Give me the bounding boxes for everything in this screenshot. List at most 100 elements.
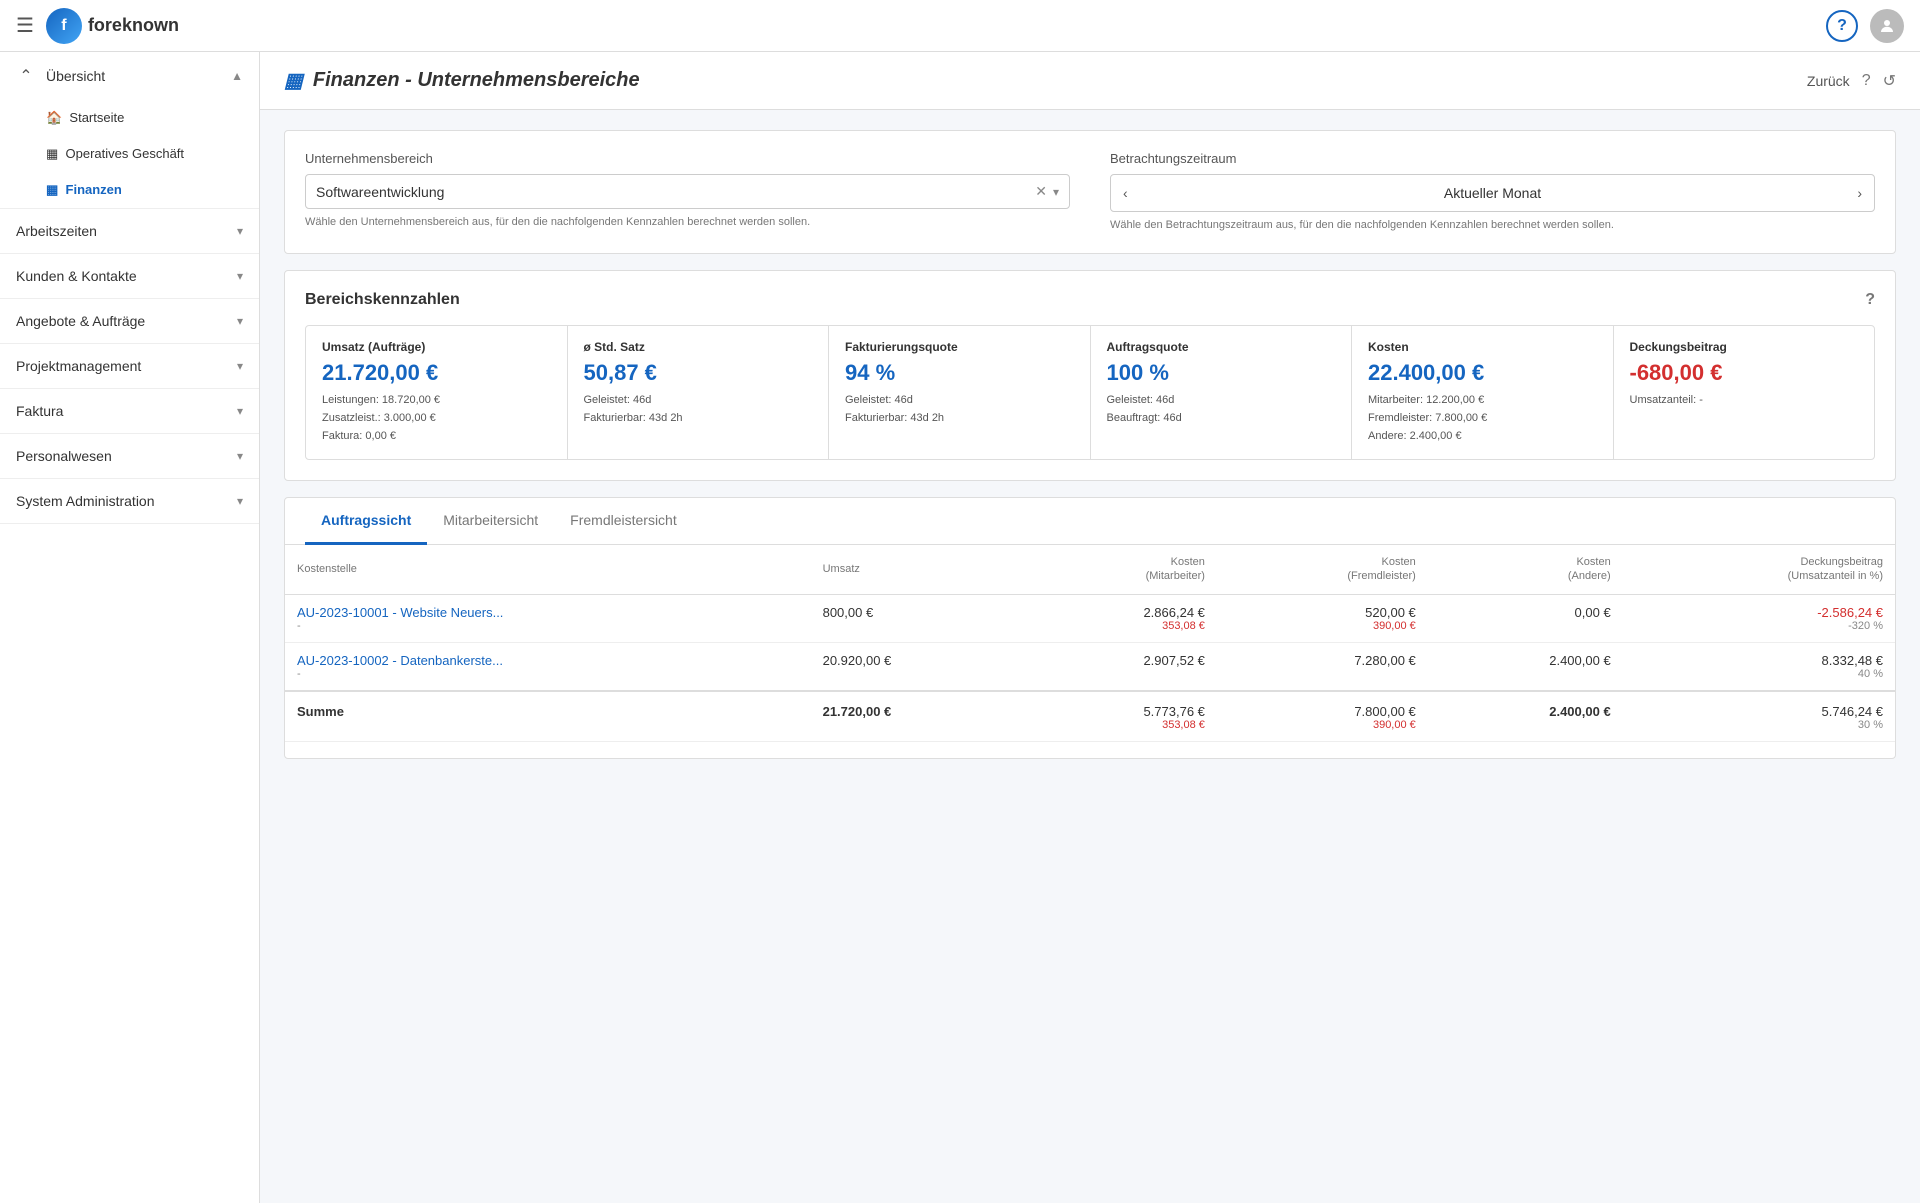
period-prev-button[interactable]: ‹ (1111, 175, 1140, 211)
link-au-2[interactable]: AU-2023-10002 - Datenbankerste... (297, 653, 503, 668)
metric-detail-auftragsquote: Geleistet: 46d Beauftragt: 46d (1107, 392, 1336, 427)
cell-kostenstelle-1: AU-2023-10001 - Website Neuers... - (285, 594, 811, 642)
cell-summe-deckung: 5.746,24 € 30 % (1623, 691, 1895, 742)
period-next-button[interactable]: › (1845, 175, 1874, 211)
metric-value-stdsatz: 50,87 € (584, 360, 813, 386)
header-refresh-button[interactable]: ↺ (1883, 71, 1896, 91)
metrics-panel: Bereichskennzahlen ? Umsatz (Aufträge) 2… (284, 270, 1896, 481)
main-layout: ⌃ Übersicht ▲ 🏠 Startseite ▦ Operatives … (0, 52, 1920, 1203)
filter-row: Unternehmensbereich Softwareentwicklung … (305, 151, 1875, 233)
zeitraum-hint: Wähle den Betrachtungszeitraum aus, für … (1110, 218, 1875, 233)
sidebar-item-sysadmin[interactable]: System Administration ▾ (0, 479, 259, 523)
header-help-button[interactable]: ? (1862, 72, 1871, 90)
cell-kosten-ma-2: 2.907,52 € (1022, 642, 1217, 691)
metric-card-kosten: Kosten 22.400,00 € Mitarbeiter: 12.200,0… (1352, 326, 1614, 459)
sidebar-item-arbeitszeiten[interactable]: Arbeitszeiten ▾ (0, 209, 259, 253)
page-title-icon: ▦ (284, 68, 303, 93)
cell-kostenstelle-2: AU-2023-10002 - Datenbankerste... - (285, 642, 811, 691)
link-au-1[interactable]: AU-2023-10001 - Website Neuers... (297, 605, 503, 620)
projekt-chevron: ▾ (237, 359, 243, 373)
ubersicht-chevron: ▲ (231, 69, 243, 83)
metric-card-deckung: Deckungsbeitrag -680,00 € Umsatzanteil: … (1614, 326, 1875, 459)
period-selector: ‹ Aktueller Monat › (1110, 174, 1875, 212)
inner-content: Unternehmensbereich Softwareentwicklung … (260, 110, 1920, 779)
personal-chevron: ▾ (237, 449, 243, 463)
main-content: ▦ Finanzen - Unternehmensbereiche Zurück… (260, 52, 1920, 1203)
cell-kosten-an-2: 2.400,00 € (1428, 642, 1623, 691)
cell-summe-kosten-an: 2.400,00 € (1428, 691, 1623, 742)
back-button[interactable]: Zurück (1807, 73, 1850, 89)
col-header-kosten-an: Kosten(Andere) (1428, 545, 1623, 594)
sidebar-label-personal: Personalwesen (16, 448, 112, 464)
bereich-clear-button[interactable]: ✕ (1035, 183, 1047, 200)
metric-title-fakturierung: Fakturierungsquote (845, 340, 1074, 354)
sidebar-section-sysadmin: System Administration ▾ (0, 479, 259, 524)
metric-title-stdsatz: ø Std. Satz (584, 340, 813, 354)
sidebar-section-personal: Personalwesen ▾ (0, 434, 259, 479)
sidebar-section-faktura: Faktura ▾ (0, 389, 259, 434)
metric-value-umsatz: 21.720,00 € (322, 360, 551, 386)
metrics-title: Bereichskennzahlen (305, 291, 460, 309)
tab-mitarbeitersicht[interactable]: Mitarbeitersicht (427, 498, 554, 545)
filter-col-zeitraum: Betrachtungszeitraum ‹ Aktueller Monat ›… (1110, 151, 1875, 233)
metric-title-auftragsquote: Auftragsquote (1107, 340, 1336, 354)
cell-summe-kosten-fl: 7.800,00 € 390,00 € (1217, 691, 1428, 742)
finanzen-icon: ▦ (46, 182, 58, 197)
filter-label-zeitraum: Betrachtungszeitraum (1110, 151, 1875, 166)
arbeitszeiten-chevron: ▾ (237, 224, 243, 238)
metric-detail-stdsatz: Geleistet: 46d Fakturierbar: 43d 2h (584, 392, 813, 427)
page-title: ▦ Finanzen - Unternehmensbereiche (284, 68, 640, 93)
cell-umsatz-1: 800,00 € (811, 594, 1022, 642)
brand-icon: f (46, 8, 82, 44)
sidebar-item-angebote[interactable]: Angebote & Aufträge ▾ (0, 299, 259, 343)
avatar[interactable] (1870, 9, 1904, 43)
cell-umsatz-2: 20.920,00 € (811, 642, 1022, 691)
sidebar-label-faktura: Faktura (16, 403, 63, 419)
period-value: Aktueller Monat (1140, 175, 1846, 211)
sidebar-item-operatives[interactable]: ▦ Operatives Geschäft (0, 136, 259, 172)
cell-deckung-2: 8.332,48 € 40 % (1623, 642, 1895, 691)
col-header-umsatz: Umsatz (811, 545, 1022, 594)
sidebar-item-personal[interactable]: Personalwesen ▾ (0, 434, 259, 478)
bereich-dropdown-arrow[interactable]: ▾ (1053, 185, 1059, 199)
metric-value-fakturierung: 94 % (845, 360, 1074, 386)
tabs-panel: Auftragssicht Mitarbeitersicht Fremdleis… (284, 497, 1896, 759)
metric-value-auftragsquote: 100 % (1107, 360, 1336, 386)
tab-fremdleistersicht[interactable]: Fremdleistersicht (554, 498, 693, 545)
cell-kosten-ma-1: 2.866,24 € 353,08 € (1022, 594, 1217, 642)
sidebar-label-ubersicht: Übersicht (46, 68, 105, 84)
metric-detail-fakturierung: Geleistet: 46d Fakturierbar: 43d 2h (845, 392, 1074, 427)
sidebar-item-startseite[interactable]: 🏠 Startseite (0, 100, 259, 136)
sidebar-label-angebote: Angebote & Aufträge (16, 313, 145, 329)
hamburger-button[interactable]: ☰ (16, 13, 34, 38)
sidebar-section-angebote: Angebote & Aufträge ▾ (0, 299, 259, 344)
header-left: ☰ f foreknown (16, 8, 179, 44)
metric-title-kosten: Kosten (1368, 340, 1597, 354)
cell-kosten-fl-2: 7.280,00 € (1217, 642, 1428, 691)
sidebar-label-sysadmin: System Administration (16, 493, 155, 509)
header-right: ? (1826, 9, 1904, 43)
sidebar-item-kunden[interactable]: Kunden & Kontakte ▾ (0, 254, 259, 298)
metric-detail-deckung: Umsatzanteil: - (1630, 392, 1859, 410)
sidebar-item-projekt[interactable]: Projektmanagement ▾ (0, 344, 259, 388)
sidebar-item-faktura[interactable]: Faktura ▾ (0, 389, 259, 433)
filter-col-bereich: Unternehmensbereich Softwareentwicklung … (305, 151, 1070, 233)
metrics-help-button[interactable]: ? (1865, 291, 1875, 309)
page-header: ▦ Finanzen - Unternehmensbereiche Zurück… (260, 52, 1920, 110)
filter-select-bereich[interactable]: Softwareentwicklung ✕ ▾ (305, 174, 1070, 209)
filter-label-bereich: Unternehmensbereich (305, 151, 1070, 166)
sidebar-item-ubersicht[interactable]: ⌃ Übersicht ▲ (0, 52, 259, 100)
bereich-hint: Wähle den Unternehmensbereich aus, für d… (305, 215, 1070, 230)
sidebar-item-finanzen[interactable]: ▦ Finanzen (0, 172, 259, 208)
metric-detail-kosten: Mitarbeiter: 12.200,00 € Fremdleister: 7… (1368, 392, 1597, 445)
angebote-chevron: ▾ (237, 314, 243, 328)
tab-auftragssicht[interactable]: Auftragssicht (305, 498, 427, 545)
cell-kosten-fl-1: 520,00 € 390,00 € (1217, 594, 1428, 642)
metric-value-deckung: -680,00 € (1630, 360, 1859, 386)
help-button[interactable]: ? (1826, 10, 1858, 42)
sidebar-label-projekt: Projektmanagement (16, 358, 141, 374)
col-header-kosten-fl: Kosten(Fremdleister) (1217, 545, 1428, 594)
sidebar-label-kunden: Kunden & Kontakte (16, 268, 137, 284)
sidebar-section-projekt: Projektmanagement ▾ (0, 344, 259, 389)
sidebar-section-arbeitszeiten: Arbeitszeiten ▾ (0, 209, 259, 254)
